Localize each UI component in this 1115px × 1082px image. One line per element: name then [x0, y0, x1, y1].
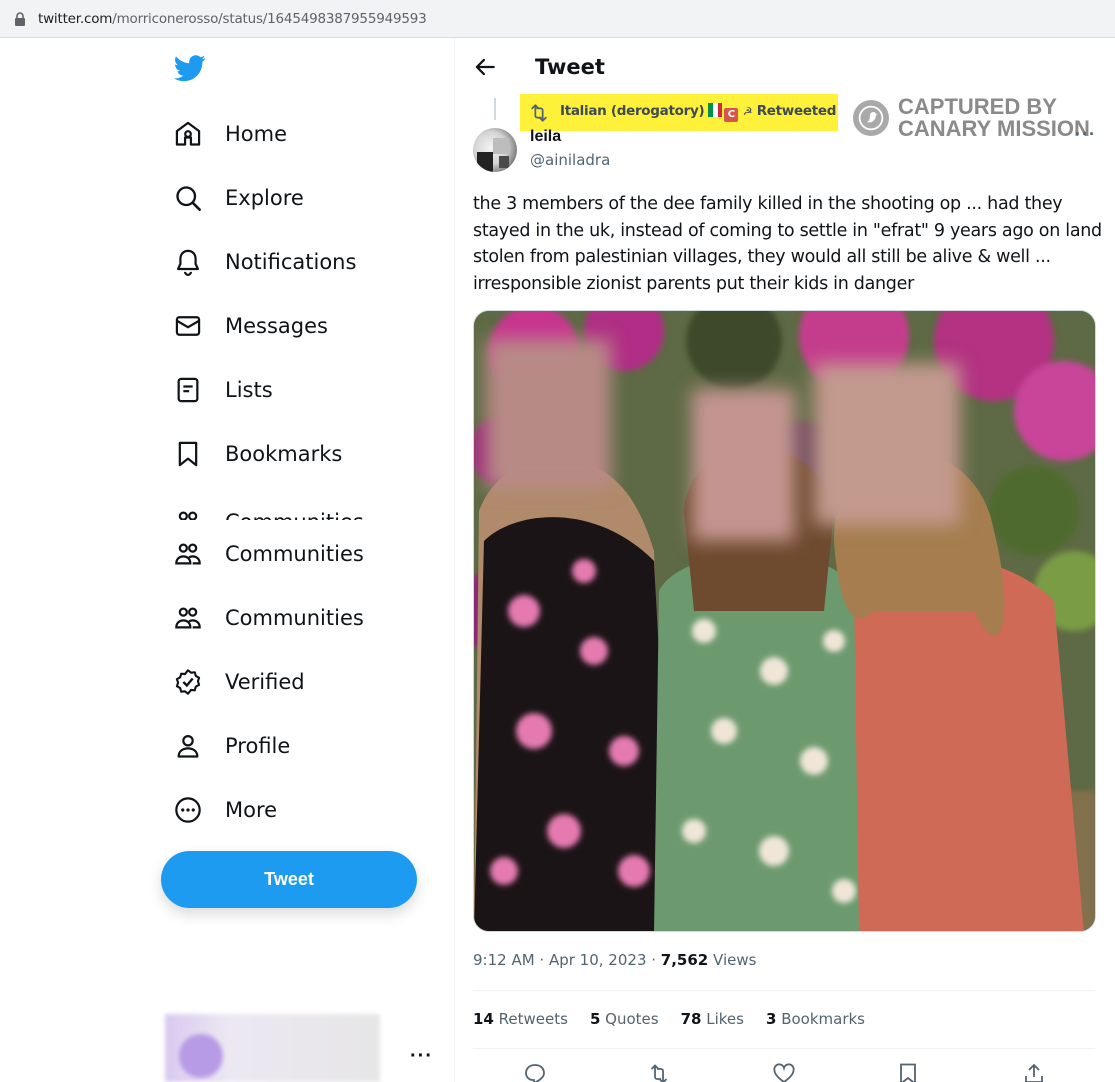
author-name[interactable]: leila — [530, 128, 561, 146]
nav-label-verified: Verified — [225, 670, 305, 694]
account-more-icon[interactable]: ··· — [410, 1045, 433, 1068]
quotes-stat[interactable]: 5 Quotes — [590, 1010, 659, 1028]
nav-item-notifications[interactable]: Notifications — [170, 238, 356, 286]
nav-label-profile: Profile — [225, 734, 291, 758]
nav-item-explore[interactable]: Explore — [170, 174, 304, 222]
canary-bird-icon — [853, 100, 889, 136]
twitter-bird-icon[interactable] — [172, 52, 208, 84]
nav-label-more: More — [225, 798, 278, 822]
tweet-more-icon[interactable]: ··· — [1075, 124, 1096, 145]
divider — [473, 1048, 1095, 1049]
retweet-icon — [531, 103, 547, 122]
nav-label-communities: Communities — [225, 510, 364, 520]
home-icon — [170, 116, 206, 152]
nav-label-home: Home — [225, 122, 288, 146]
search-icon — [170, 180, 206, 216]
retweeted-label: Retweeted — [756, 103, 837, 119]
author-avatar[interactable] — [473, 128, 517, 172]
bell-icon — [170, 244, 206, 280]
photo-content — [474, 311, 1095, 931]
bookmarks-stat[interactable]: 3 Bookmarks — [766, 1010, 865, 1028]
lock-icon — [15, 12, 25, 26]
nav-item-bookmarks[interactable]: Bookmarks — [170, 430, 342, 478]
nav-label-notifications: Notifications — [225, 250, 357, 274]
nav-item-communities[interactable]: Communities — [170, 594, 364, 642]
share-icon[interactable] — [1022, 1062, 1046, 1082]
tweet-photo[interactable] — [473, 310, 1096, 932]
nav-item-communities[interactable]: Communities — [170, 530, 364, 578]
views-count: 7,562 — [660, 951, 709, 969]
bookmarks-count: 3 — [765, 1010, 777, 1028]
verified-icon — [170, 664, 206, 700]
url-host: twitter.com — [38, 11, 113, 27]
column-divider — [454, 38, 455, 1082]
reply-icon[interactable] — [523, 1062, 547, 1082]
list-icon — [170, 372, 206, 408]
compose-tweet-button[interactable]: Tweet — [161, 851, 417, 908]
communities-icon — [170, 600, 206, 636]
watermark-line1: CAPTURED BY — [898, 94, 1057, 119]
tweet-time: 9:12 AM — [473, 951, 535, 969]
divider — [473, 990, 1095, 991]
views-label: Views — [713, 951, 757, 969]
nav-label-messages: Messages — [225, 314, 328, 338]
nav-item-verified[interactable]: Verified — [170, 658, 305, 706]
nav-label-communities: Communities — [225, 606, 364, 630]
url-path: /morriconerosso/status/16454983879559495… — [112, 11, 427, 27]
nav-label-explore: Explore — [225, 186, 304, 210]
bookmarks-label: Bookmarks — [781, 1010, 865, 1028]
retweets-stat[interactable]: 14 Retweets — [473, 1010, 568, 1028]
quotes-count: 5 — [589, 1010, 601, 1028]
nav-item-lists[interactable]: Lists — [170, 366, 273, 414]
communities-icon — [170, 504, 206, 520]
italy-flag-icon — [708, 103, 723, 117]
retweet-action-icon[interactable] — [647, 1062, 671, 1082]
nav-item-communities-clipped[interactable]: Communities — [170, 500, 420, 520]
c-badge-icon: C — [724, 108, 739, 122]
back-arrow-icon[interactable] — [472, 54, 498, 80]
nav-item-home[interactable]: Home — [170, 110, 287, 158]
retweeted-by-text: Italian (derogatory) C ☭ Retweeted — [560, 103, 836, 122]
hammer-sickle-icon: ☭ — [742, 105, 753, 118]
nav-item-messages[interactable]: Messages — [170, 302, 328, 350]
browser-address-bar[interactable]: twitter.com/morriconerosso/status/164549… — [0, 0, 1115, 38]
url-text[interactable]: twitter.com/morriconerosso/status/164549… — [38, 11, 427, 27]
likes-count: 78 — [680, 1010, 702, 1028]
thread-connector — [494, 98, 496, 120]
like-heart-icon[interactable] — [772, 1062, 796, 1082]
tweet-actions — [473, 1062, 1095, 1082]
avatar — [179, 1034, 223, 1078]
tweet-timestamp[interactable]: 9:12 AM · Apr 10, 2023 · 7,562 Views — [473, 951, 756, 969]
account-switcher[interactable] — [165, 1014, 380, 1082]
nav-item-more[interactable]: More — [170, 786, 277, 834]
watermark-line2: CANARY MISSION — [898, 116, 1090, 141]
retweeter-name: Italian (derogatory) — [560, 103, 705, 119]
tweet-stats: 14 Retweets 5 Quotes 78 Likes 3 Bookmark… — [473, 1010, 887, 1028]
communities-icon — [170, 536, 206, 572]
more-circle-icon — [170, 792, 206, 828]
nav-label-lists: Lists — [225, 378, 273, 402]
person-icon — [170, 728, 206, 764]
nav-item-profile[interactable]: Profile — [170, 722, 290, 770]
author-handle[interactable]: @ainiladra — [530, 151, 610, 169]
retweeted-by-banner[interactable]: Italian (derogatory) C ☭ Retweeted — [520, 94, 838, 131]
canary-mission-watermark: CAPTURED BY CANARY MISSION — [853, 96, 1090, 140]
tweet-date: Apr 10, 2023 — [548, 951, 647, 969]
page-title: Tweet — [535, 55, 605, 79]
tweet-text: the 3 members of the dee family killed i… — [473, 194, 1102, 294]
nav-label-bookmarks: Bookmarks — [225, 442, 343, 466]
retweets-count: 14 — [473, 1010, 494, 1028]
envelope-icon — [170, 308, 206, 344]
nav-label-communities: Communities — [225, 542, 364, 566]
bookmark-icon — [170, 436, 206, 472]
bookmark-action-icon[interactable] — [896, 1062, 920, 1082]
retweets-label: Retweets — [498, 1010, 568, 1028]
quotes-label: Quotes — [605, 1010, 659, 1028]
likes-label: Likes — [706, 1010, 744, 1028]
likes-stat[interactable]: 78 Likes — [681, 1010, 744, 1028]
